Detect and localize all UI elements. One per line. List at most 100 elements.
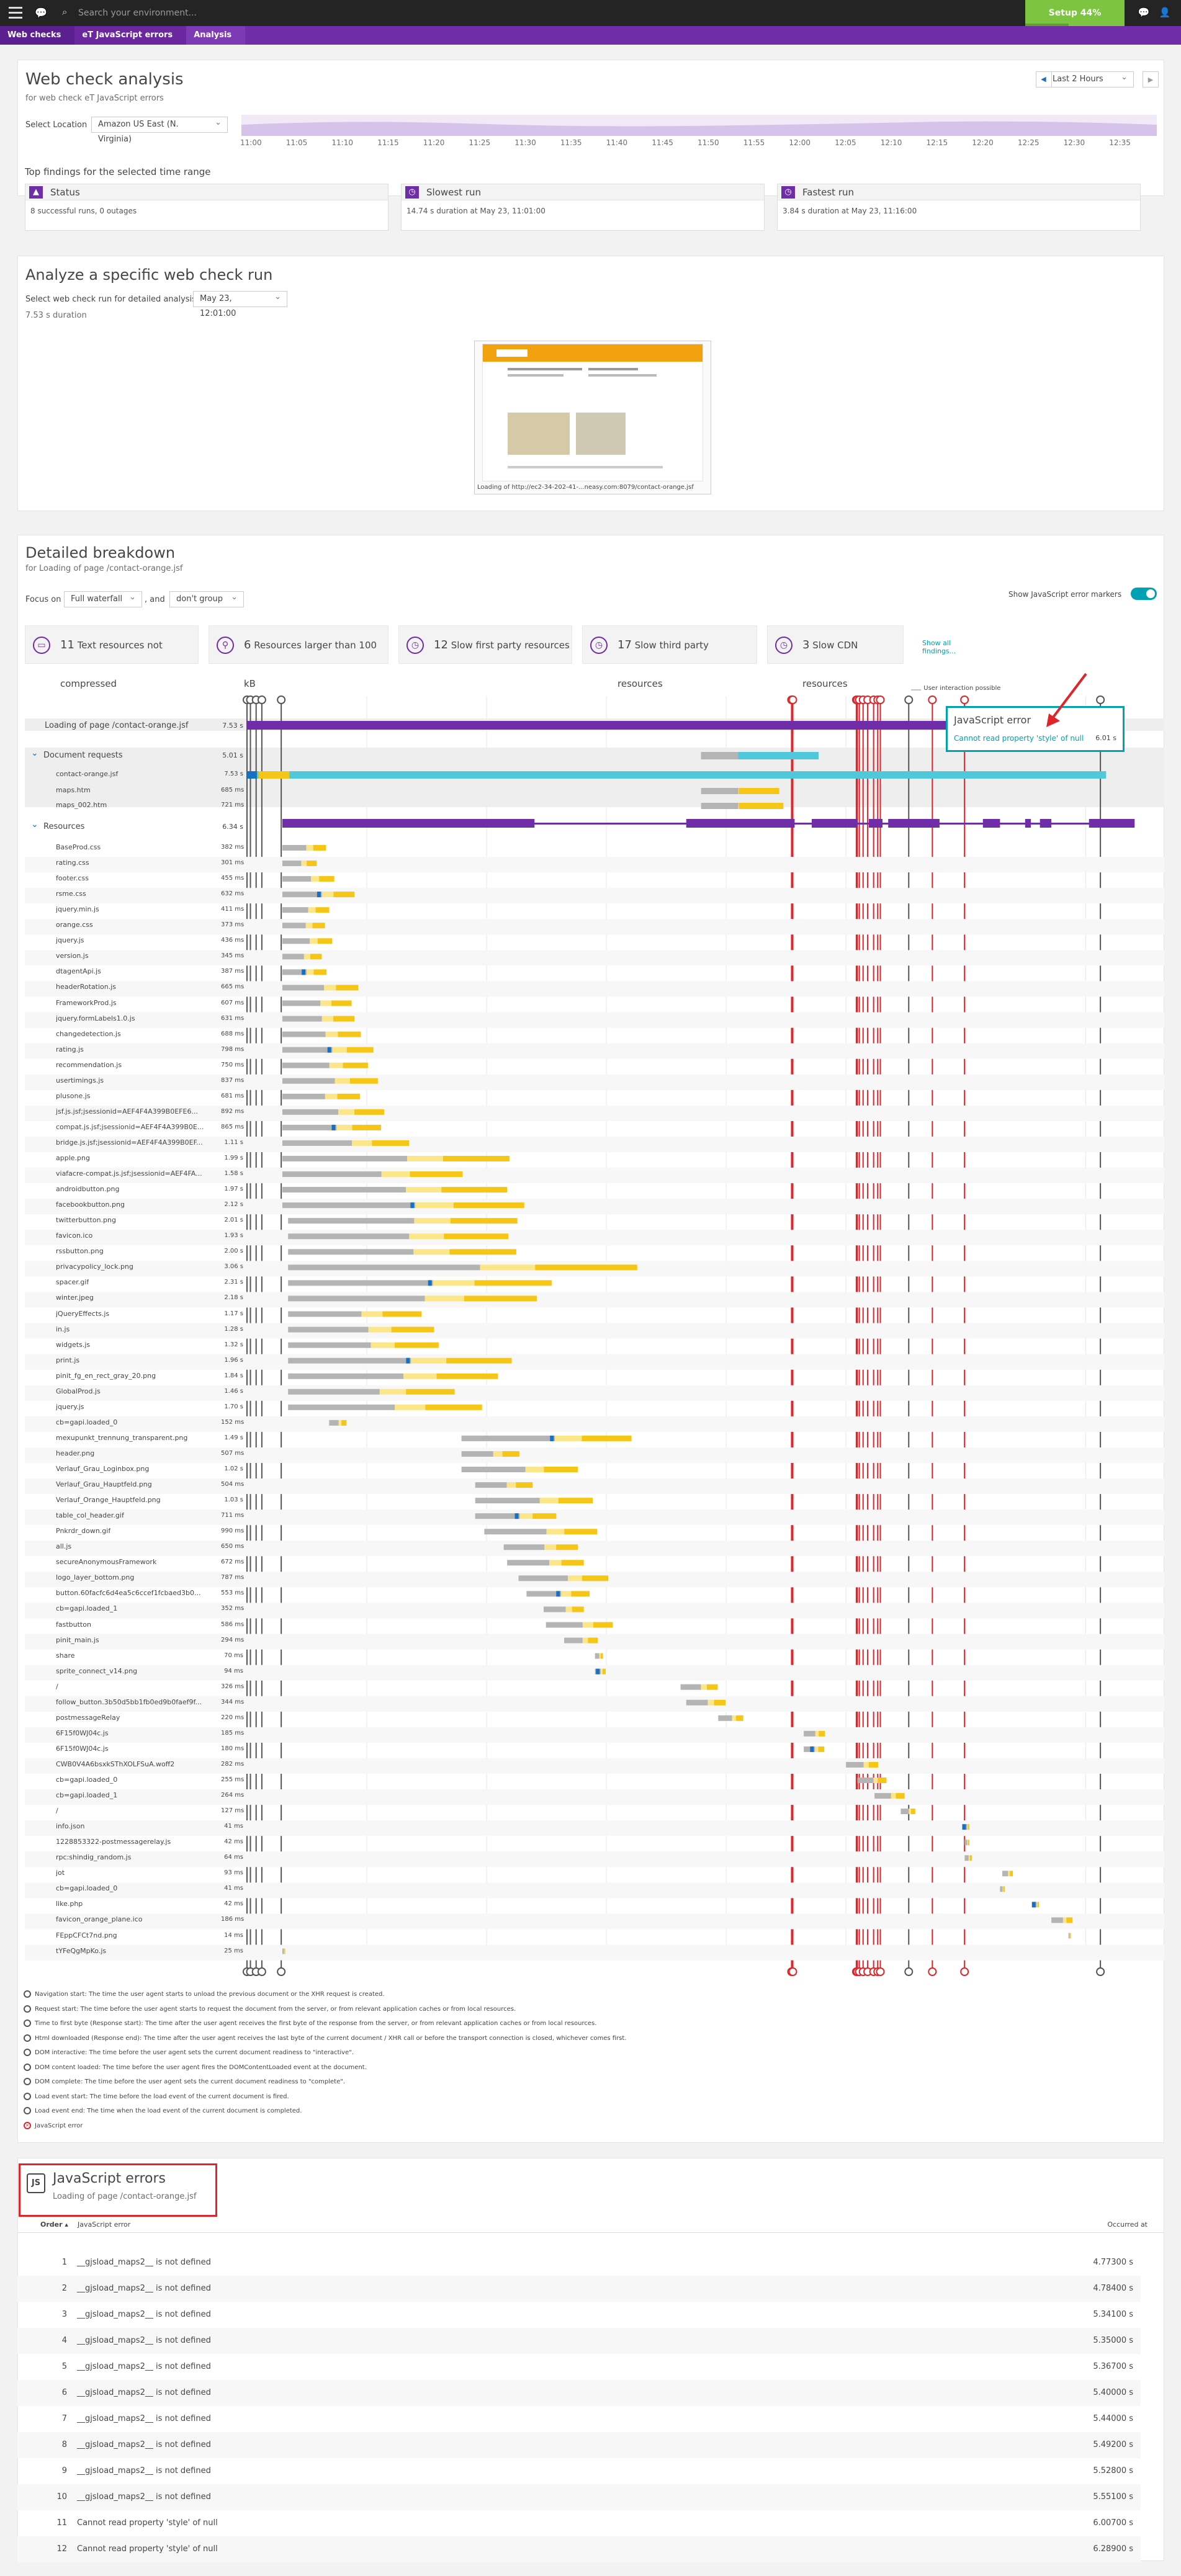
table-row[interactable]: 10 __gjsload_maps2__ is not defined 5.5510… — [17, 2484, 1141, 2510]
row-order: 12 — [56, 2544, 67, 2554]
row-error: __gjsload_maps2__ is not defined — [77, 2258, 211, 2267]
group-selector[interactable]: don't group — [169, 590, 244, 607]
chat-bubble-icon[interactable]: 💬 — [1137, 7, 1151, 20]
resource-row-bg — [25, 1354, 1164, 1370]
chip-count: 17 — [617, 638, 632, 651]
page-row-name: Loading of page /contact-orange.jsf — [45, 721, 189, 730]
group-value: don't group — [176, 594, 223, 604]
resource-bar-download — [878, 1778, 887, 1783]
resource-bar-connect — [331, 1124, 336, 1130]
table-row[interactable]: 12 Cannot read property 'style' of null 6.… — [17, 2536, 1141, 2562]
finding-card-status[interactable]: ▲ Status 8 successful runs, 0 outages — [25, 184, 388, 231]
resource-name: FEppCFCt7nd.png — [56, 1931, 117, 1939]
search-input[interactable] — [78, 5, 388, 21]
resource-time: 2.01 s — [224, 1217, 243, 1224]
doc-bar — [701, 788, 739, 794]
chip-text: Slow CDN resources — [802, 640, 858, 689]
finding-chip[interactable]: ⚲ 6 Resources larger than 100 kB — [209, 625, 388, 689]
resource-bar-wait — [282, 1187, 406, 1193]
timeline-chart[interactable] — [241, 115, 1157, 136]
legend-item: DOM content loaded: The time before the … — [24, 2063, 367, 2072]
res-group-bar — [461, 819, 535, 828]
row-error: __gjsload_maps2__ is not defined — [77, 2466, 211, 2475]
doc-group-name: Document requests — [43, 751, 123, 760]
resource-time: 344 ms — [221, 1698, 245, 1706]
table-row[interactable]: 7 __gjsload_maps2__ is not defined 5.44000… — [17, 2406, 1141, 2432]
legend-item: Request start: The time before the user … — [24, 2005, 516, 2014]
table-row[interactable]: 1 __gjsload_maps2__ is not defined 4.77300… — [17, 2250, 1141, 2276]
table-row[interactable]: 3 __gjsload_maps2__ is not defined 5.34100… — [17, 2302, 1141, 2328]
resource-name: spacer.gif — [56, 1278, 89, 1287]
finding-card-fastest-run[interactable]: ◷ Fastest run 3.84 s duration at May 23, … — [777, 184, 1141, 231]
resource-time: 787 ms — [221, 1574, 245, 1581]
resource-bar-wait — [282, 1109, 339, 1115]
table-row[interactable]: 6 __gjsload_maps2__ is not defined 5.40000… — [17, 2380, 1141, 2406]
table-row[interactable]: 5 __gjsload_maps2__ is not defined 5.36700… — [17, 2354, 1141, 2380]
table-row[interactable]: 8 __gjsload_maps2__ is not defined 5.49200… — [17, 2432, 1141, 2458]
js-error-callout[interactable]: JavaScript error Cannot read property 's… — [946, 706, 1125, 752]
resource-time: 688 ms — [221, 1030, 245, 1037]
row-order: 10 — [56, 2492, 67, 2502]
finding-card-slowest-run[interactable]: ◷ Slowest run 14.74 s duration at May 23,… — [401, 184, 765, 231]
row-order: 1 — [61, 2258, 67, 2267]
table-row[interactable]: 11 Cannot read property 'style' of null 6.… — [17, 2510, 1141, 2536]
breadcrumb-web-check[interactable]: eT JavaScript errors — [74, 26, 187, 45]
resource-bar-ttfb — [321, 892, 334, 898]
resource-time: 632 ms — [221, 890, 245, 898]
next-timeframe-icon[interactable]: ▶ — [1143, 71, 1159, 87]
finding-chip[interactable]: ◷ 17 Slow third party resources — [582, 625, 757, 689]
resource-time: 3.06 s — [224, 1263, 243, 1271]
run-duration: 7.53 s duration — [25, 311, 87, 320]
show-all-findings-link[interactable]: Show all findings... — [922, 639, 966, 655]
finding-chip[interactable]: ▭ 11 Text resources not compressed — [25, 625, 199, 689]
timing-marker-icon — [24, 2019, 31, 2027]
breadcrumb-analysis: Analysis — [186, 26, 246, 45]
run-selector[interactable]: May 23, 12:01:00 — [193, 290, 287, 318]
resource-name: favicon.ico — [56, 1232, 93, 1240]
col-occurred[interactable]: Occurred at — [1107, 2220, 1147, 2229]
focus-selector[interactable]: Full waterfall — [64, 590, 142, 607]
resource-bar-ttfb — [411, 1357, 447, 1364]
chip-count: 12 — [434, 638, 448, 651]
resource-time: 185 ms — [221, 1729, 245, 1737]
resource-bar-wait — [686, 1699, 708, 1706]
resource-time: 1.28 s — [224, 1325, 243, 1333]
breadcrumb-web-checks[interactable]: Web checks — [0, 26, 75, 45]
table-row[interactable]: 9 __gjsload_maps2__ is not defined 5.52800… — [17, 2458, 1141, 2484]
resource-time: 42 ms — [224, 1838, 243, 1846]
finding-chip[interactable]: ◷ 12 Slow first party resources — [398, 625, 572, 664]
res-group-name: Resources — [43, 822, 85, 831]
legend-text: DOM content loaded: The time before the … — [35, 2064, 367, 2071]
resource-time: 255 ms — [221, 1776, 245, 1783]
finding-chip[interactable]: ◷ 3 Slow CDN resources — [767, 625, 904, 689]
setup-progress-button[interactable]: Setup 44% complete — [1025, 0, 1125, 44]
resource-bar-ttfb — [381, 1171, 410, 1178]
menu-icon[interactable] — [9, 7, 22, 19]
resource-row-bg — [25, 1851, 1164, 1867]
callout-message[interactable]: Cannot read property 'style' of null — [954, 734, 1084, 743]
col-order[interactable]: Order ▴ — [40, 2220, 68, 2229]
resource-bar-wait — [543, 1606, 566, 1612]
location-selector[interactable]: Amazon US East (N. Virginia) — [91, 115, 228, 144]
user-icon[interactable]: 👤 — [1158, 7, 1172, 20]
resource-bar-download — [532, 1513, 557, 1519]
clock-icon: ◷ — [781, 186, 795, 199]
resource-name: cb=gapi.loaded_1 — [56, 1604, 118, 1613]
resource-bar-download — [582, 1435, 632, 1441]
resource-bar-download — [558, 1498, 593, 1504]
resource-bar-ttfb — [305, 923, 313, 929]
legend-item: Navigation start: The time the user agen… — [24, 1990, 385, 1999]
resource-time: 41 ms — [224, 1823, 243, 1830]
js-markers-toggle[interactable] — [1131, 588, 1157, 600]
timeline-tick: 11:15 — [377, 138, 399, 147]
table-row[interactable]: 4 __gjsload_maps2__ is not defined 5.35000… — [17, 2328, 1141, 2354]
resource-bar-wait — [503, 1544, 545, 1550]
chat-icon[interactable]: 💬 — [34, 6, 48, 20]
run-screenshot-thumbnail[interactable]: Loading of http://ec2-34-202-41-...neasy… — [474, 341, 711, 494]
resource-row-bg — [25, 919, 1164, 935]
previous-timeframe-icon[interactable]: ◀ — [1036, 71, 1052, 87]
resource-bar-ttfb — [284, 1948, 285, 1954]
col-error[interactable]: JavaScript error — [78, 2220, 130, 2229]
table-row[interactable]: 2 __gjsload_maps2__ is not defined 4.78400… — [17, 2276, 1141, 2302]
timeline-tick: 11:20 — [423, 138, 445, 147]
